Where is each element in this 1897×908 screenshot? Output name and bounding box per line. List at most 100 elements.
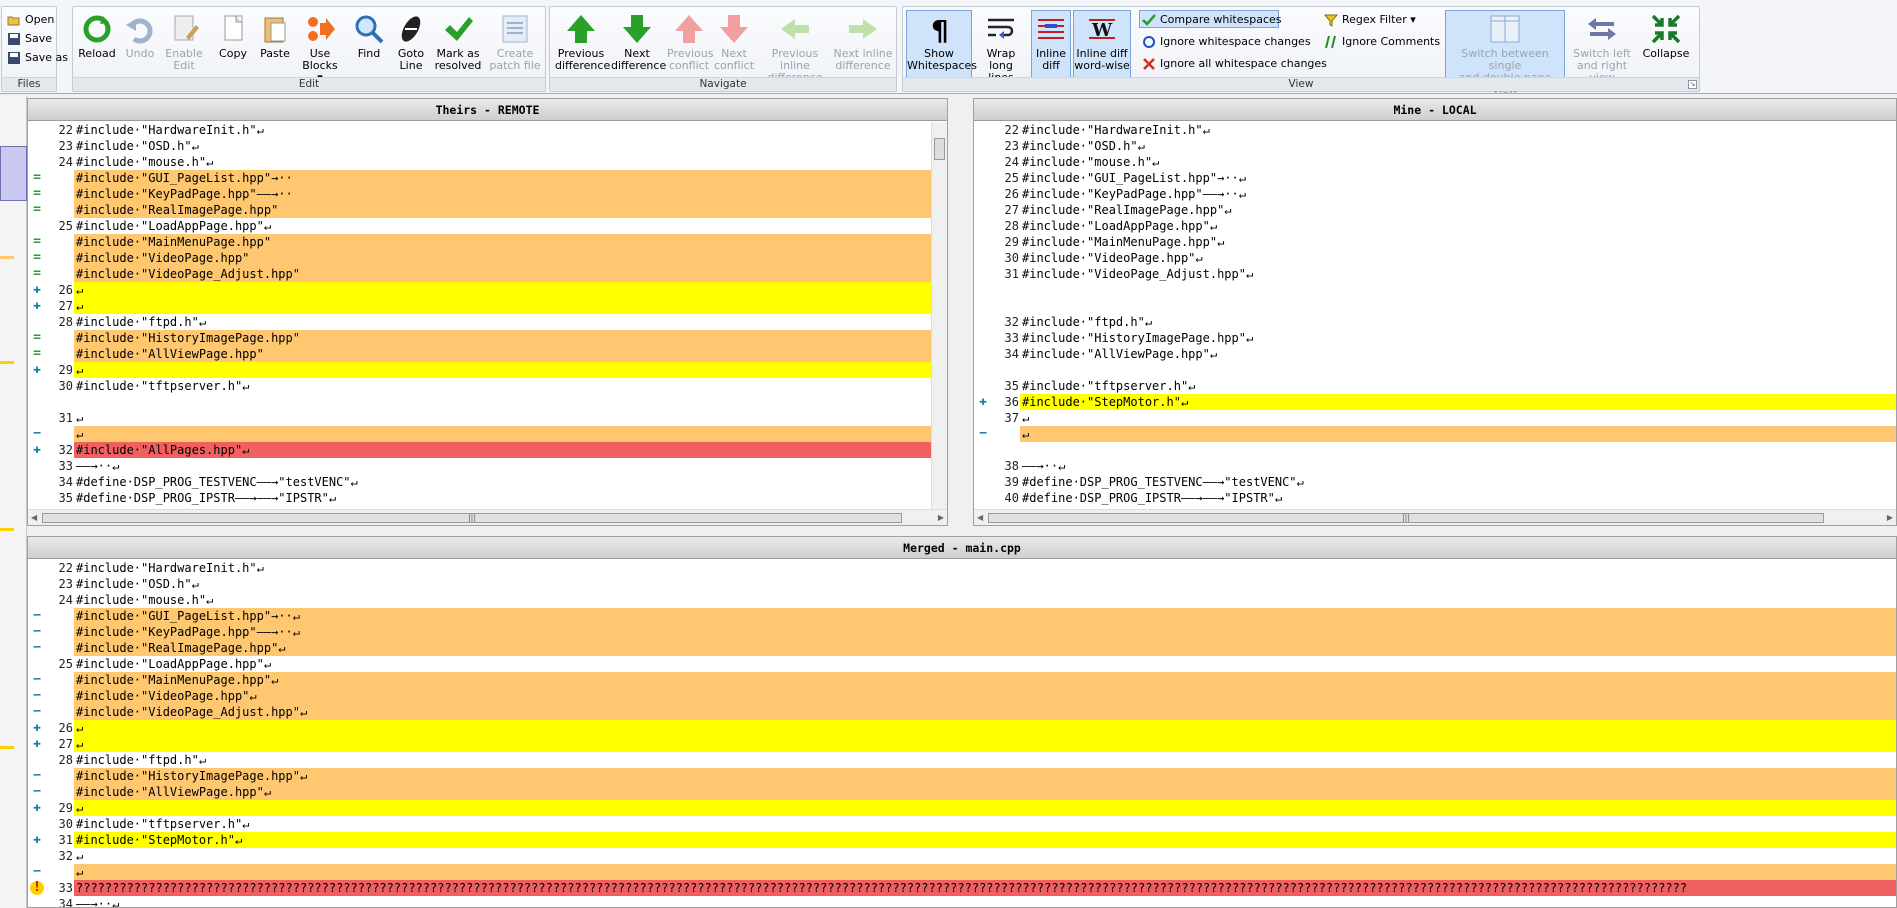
minus-marker-icon[interactable]: − — [30, 705, 44, 719]
theirs-hscroll-thumb[interactable]: ||| — [42, 513, 902, 523]
next-difference-button[interactable]: Next difference — [610, 10, 666, 78]
mine-code-line[interactable]: 27 #include·"RealImagePage.hpp"↵ — [974, 202, 1896, 218]
merged-code-line[interactable]: − #include·"KeyPadPage.hpp"——→··↵ — [28, 624, 1896, 640]
equal-marker-icon[interactable]: = — [30, 235, 44, 249]
previous-difference-button[interactable]: Previous difference — [554, 10, 610, 78]
save-button[interactable]: Save — [4, 29, 56, 47]
minus-marker-icon[interactable]: − — [30, 427, 44, 441]
scroll-left-icon[interactable]: ◀ — [977, 513, 983, 522]
collapse-button[interactable]: Collapse — [1639, 10, 1693, 78]
minus-marker-icon[interactable]: − — [30, 609, 44, 623]
scroll-right-icon[interactable]: ▶ — [1887, 513, 1893, 522]
theirs-horizontal-scrollbar[interactable]: ◀ ||| ▶ — [28, 509, 947, 525]
mine-code-line[interactable]: 22 #include·"HardwareInit.h"↵ — [974, 122, 1896, 138]
equal-marker-icon[interactable]: = — [30, 171, 44, 185]
merged-code-area[interactable]: 22 #include·"HardwareInit.h"↵ 23 #include·"… — [28, 560, 1896, 907]
theirs-code-line[interactable]: = #include·"HistoryImagePage.hpp" — [28, 330, 947, 346]
merged-code-line[interactable]: ✚ 29 ↵ — [28, 800, 1896, 816]
use-blocks-button[interactable]: Use Blocks ▾ — [297, 10, 343, 84]
next-conflict-button[interactable]: Next conflict — [712, 10, 756, 78]
theirs-code-line[interactable]: = #include·"KeyPadPage.hpp"——→·· — [28, 186, 947, 202]
reload-button[interactable]: Reload — [75, 10, 119, 78]
theirs-code-line[interactable]: 33 ——→··↵ — [28, 458, 947, 474]
merged-code-line[interactable]: − ↵ — [28, 864, 1896, 880]
mine-code-line[interactable]: 34 #include·"AllViewPage.hpp"↵ — [974, 346, 1896, 362]
mine-code-line[interactable] — [974, 442, 1896, 458]
mark-resolved-button[interactable]: Mark as resolved — [433, 10, 483, 78]
theirs-code-line[interactable]: ✚ 27 ↵ — [28, 298, 947, 314]
mine-code-line[interactable]: 31 #include·"VideoPage_Adjust.hpp"↵ — [974, 266, 1896, 282]
theirs-code-line[interactable]: 30 #include·"tftpserver.h"↵ — [28, 378, 947, 394]
mine-code-line[interactable]: 38 ——→··↵ — [974, 458, 1896, 474]
mine-pane[interactable]: Mine - LOCAL 22 #include·"HardwareInit.h"… — [973, 98, 1897, 526]
mine-code-line[interactable]: 37 ↵ — [974, 410, 1896, 426]
theirs-code-line[interactable]: ✚ 26 ↵ — [28, 282, 947, 298]
mine-code-line[interactable]: 24 #include·"mouse.h"↵ — [974, 154, 1896, 170]
switch-left-right-button[interactable]: Switch left and right view — [1569, 10, 1635, 84]
mine-code-line[interactable]: 23 #include·"OSD.h"↵ — [974, 138, 1896, 154]
mine-horizontal-scrollbar[interactable]: ◀ ||| ▶ — [974, 509, 1896, 525]
merged-code-line[interactable]: 25 #include·"LoadAppPage.hpp"↵ — [28, 656, 1896, 672]
mine-code-line[interactable]: 30 #include·"VideoPage.hpp"↵ — [974, 250, 1896, 266]
open-button[interactable]: Open — [4, 10, 56, 28]
equal-marker-icon[interactable]: = — [30, 203, 44, 217]
save-as-button[interactable]: Save as — [4, 48, 68, 66]
minus-marker-icon[interactable]: − — [30, 865, 44, 879]
mine-code-line[interactable] — [974, 362, 1896, 378]
scroll-left-icon[interactable]: ◀ — [31, 513, 37, 522]
theirs-code-line[interactable]: 34 #define·DSP_PROG_TESTVENC——→"testVENC"… — [28, 474, 947, 490]
minus-marker-icon[interactable]: − — [30, 673, 44, 687]
theirs-code-line[interactable]: = #include·"VideoPage_Adjust.hpp" — [28, 266, 947, 282]
copy-button[interactable]: Copy — [213, 10, 253, 78]
theirs-code-line[interactable]: = #include·"RealImagePage.hpp" — [28, 202, 947, 218]
merged-code-line[interactable]: − #include·"VideoPage.hpp"↵ — [28, 688, 1896, 704]
merged-code-line[interactable]: ✚ 27 ↵ — [28, 736, 1896, 752]
ignore-comments-button[interactable]: Ignore Comments — [1321, 32, 1440, 50]
merged-code-line[interactable]: 24 #include·"mouse.h"↵ — [28, 592, 1896, 608]
switch-single-double-pane-button[interactable]: Switch between single and double pane vi… — [1445, 10, 1565, 96]
mine-hscroll-thumb[interactable]: ||| — [988, 513, 1824, 523]
theirs-code-line[interactable]: 23 #include·"OSD.h"↵ — [28, 138, 947, 154]
paste-button[interactable]: Paste — [255, 10, 295, 78]
merged-code-line[interactable]: − #include·"HistoryImagePage.hpp"↵ — [28, 768, 1896, 784]
mine-code-line[interactable]: 33 #include·"HistoryImagePage.hpp"↵ — [974, 330, 1896, 346]
theirs-code-line[interactable]: 31 ↵ — [28, 410, 947, 426]
theirs-code-line[interactable]: = #include·"AllViewPage.hpp" — [28, 346, 947, 362]
previous-inline-difference-button[interactable]: Previous inline difference — [758, 10, 832, 84]
mine-code-line[interactable]: 39 #define·DSP_PROG_TESTVENC——→"testVENC"… — [974, 474, 1896, 490]
merged-code-line[interactable]: 22 #include·"HardwareInit.h"↵ — [28, 560, 1896, 576]
mine-code-line[interactable]: − ↵ — [974, 426, 1896, 442]
merged-code-line[interactable]: 28 #include·"ftpd.h"↵ — [28, 752, 1896, 768]
overview-strip[interactable] — [0, 96, 27, 908]
merged-code-line[interactable]: ✚ 31 #include·"StepMotor.h"↵ — [28, 832, 1896, 848]
theirs-code-line[interactable]: = #include·"VideoPage.hpp" — [28, 250, 947, 266]
mine-code-area[interactable]: 22 #include·"HardwareInit.h"↵ 23 #include·"… — [974, 122, 1896, 506]
minus-marker-icon[interactable]: − — [30, 769, 44, 783]
compare-whitespaces-option[interactable]: Compare whitespaces — [1139, 10, 1282, 28]
equal-marker-icon[interactable]: = — [30, 251, 44, 265]
merged-code-line[interactable]: − #include·"MainMenuPage.hpp"↵ — [28, 672, 1896, 688]
show-whitespaces-button[interactable]: ¶ Show Whitespaces — [906, 10, 977, 78]
equal-marker-icon[interactable]: = — [30, 347, 44, 361]
merged-code-line[interactable]: − #include·"GUI_PageList.hpp"→··↵ — [28, 608, 1896, 624]
ignore-whitespace-changes-option[interactable]: Ignore whitespace changes — [1139, 32, 1311, 50]
merged-code-line[interactable]: 30 #include·"tftpserver.h"↵ — [28, 816, 1896, 832]
theirs-code-line[interactable]: = #include·"MainMenuPage.hpp" — [28, 234, 947, 250]
mine-code-line[interactable]: ✚ 36 #include·"StepMotor.h"↵ — [974, 394, 1896, 410]
mine-code-line[interactable] — [974, 282, 1896, 298]
equal-marker-icon[interactable]: = — [30, 267, 44, 281]
wrap-long-lines-button[interactable]: Wrap long lines — [975, 10, 1027, 84]
merged-code-line[interactable]: 34 ——→··↵ — [28, 896, 1896, 907]
find-button[interactable]: Find — [349, 10, 389, 78]
inline-diff-word-wise-button[interactable]: W Inline diff word-wise — [1073, 10, 1131, 78]
merged-code-line[interactable]: − #include·"AllViewPage.hpp"↵ — [28, 784, 1896, 800]
merged-pane[interactable]: Merged - main.cpp 22 #include·"HardwareIn… — [27, 536, 1897, 908]
equal-marker-icon[interactable]: = — [30, 187, 44, 201]
view-group-launcher-icon[interactable]: ↘ — [1688, 80, 1697, 89]
theirs-code-line[interactable]: 25 #include·"LoadAppPage.hpp"↵ — [28, 218, 947, 234]
mine-code-line[interactable]: 35 #include·"tftpserver.h"↵ — [974, 378, 1896, 394]
theirs-code-line[interactable]: 22 #include·"HardwareInit.h"↵ — [28, 122, 947, 138]
enable-edit-button[interactable]: Enable Edit — [161, 10, 207, 78]
mine-code-line[interactable]: 40 #define·DSP_PROG_IPSTR——→——→"IPSTR"↵ — [974, 490, 1896, 506]
mine-code-line[interactable] — [974, 298, 1896, 314]
